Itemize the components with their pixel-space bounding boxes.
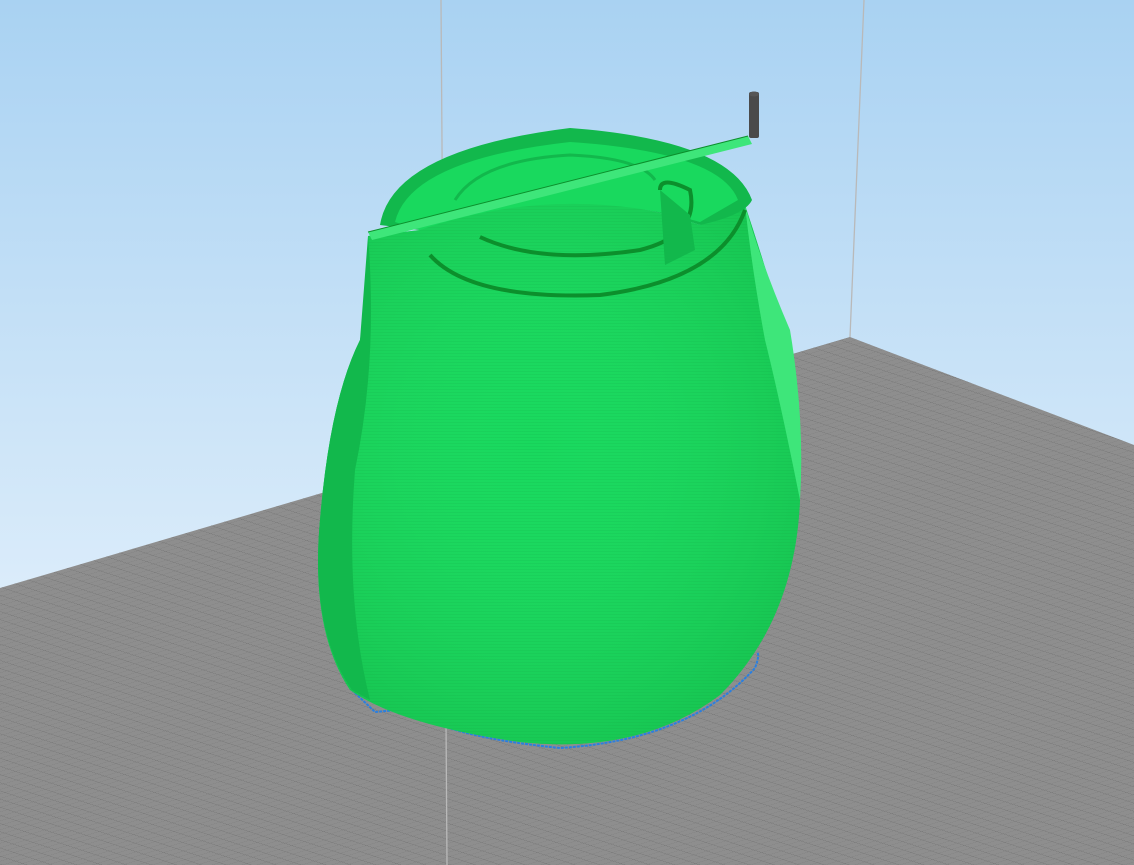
3d-viewport[interactable] bbox=[0, 0, 1134, 865]
nozzle bbox=[749, 91, 759, 138]
preview-scene[interactable] bbox=[0, 0, 1134, 865]
nozzle-rod-top bbox=[749, 91, 759, 97]
nozzle-rod bbox=[749, 92, 759, 138]
printed-model[interactable] bbox=[318, 128, 802, 745]
model-shading bbox=[318, 201, 800, 745]
